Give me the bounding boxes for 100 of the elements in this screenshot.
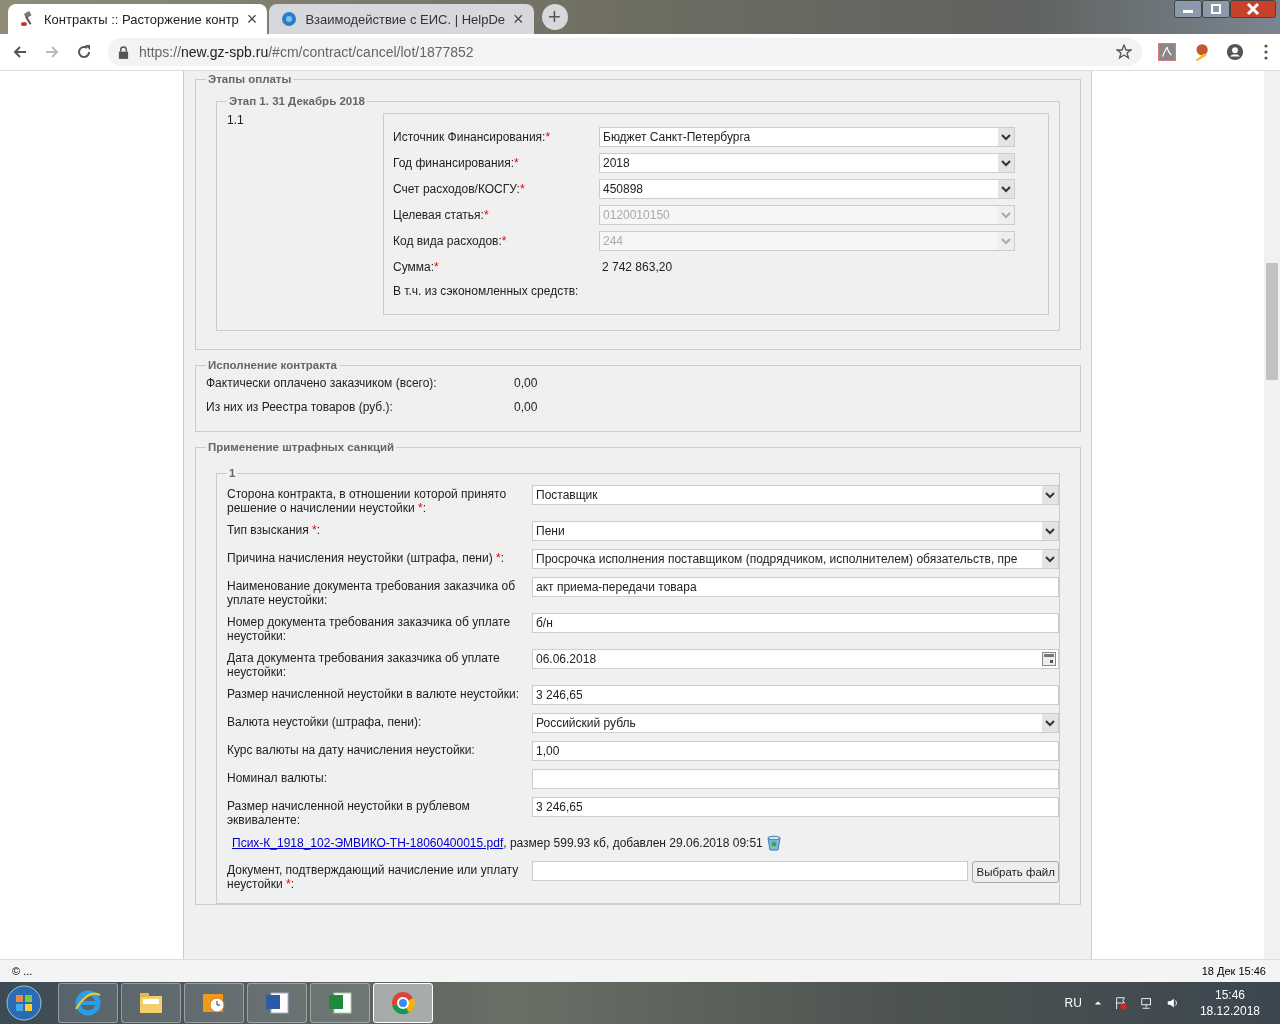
account-icon[interactable]: [1226, 43, 1244, 61]
chevron-down-icon: [1042, 550, 1058, 568]
e-logo-icon: [74, 989, 102, 1017]
url-text: https://new.gz-spb.ru/#cm/contract/cancel/lot/1877852: [139, 44, 475, 60]
input-field[interactable]: 1,00: [532, 741, 1059, 761]
field-label: Из них из Реестра товаров (руб.):: [206, 400, 394, 414]
scrollbar[interactable]: [1264, 71, 1280, 959]
field-label: Фактически оплачено заказчиком (всего):: [206, 376, 438, 390]
start-button[interactable]: [4, 983, 44, 1023]
caret-up-icon[interactable]: [1093, 999, 1102, 1007]
section-title: Применение штрафных санкций: [207, 441, 396, 453]
field-label: Счет расходов/КОСГУ:*: [393, 182, 526, 196]
field-label: Тип взыскания *:: [227, 522, 322, 539]
calendar-icon[interactable]: [1042, 652, 1056, 666]
chevron-down-icon: [998, 180, 1014, 198]
dropdown[interactable]: Поставщик: [532, 485, 1059, 505]
status-text: © ...: [12, 965, 33, 977]
field-label: Размер начисленной неустойки в валюте неустойки:: [227, 686, 521, 703]
spreadsheet-icon: [326, 989, 354, 1017]
new-tab-button[interactable]: +: [541, 4, 568, 30]
browser-tab[interactable]: Взаимодействие с ЕИС. | HelpDe ×: [269, 4, 534, 34]
penalty-number: 1: [228, 467, 237, 479]
tab-title: Контракты :: Расторжение контр: [44, 11, 239, 27]
chevron-down-icon: [1042, 714, 1058, 732]
field-value: 0,00: [513, 400, 538, 414]
restore-icon[interactable]: [1202, 0, 1230, 18]
browser-tab[interactable]: Контракты :: Расторжение контр ×: [8, 4, 268, 34]
menu-icon[interactable]: [1264, 44, 1268, 60]
dropdown[interactable]: Просрочка исполнения поставщиком (подрядчиком, исполнителем) обязательств, пре: [532, 549, 1059, 569]
date-field[interactable]: 06.06.2018: [532, 649, 1059, 669]
dropdown[interactable]: 450898: [599, 179, 1015, 199]
field-label: Целевая статья:*: [393, 208, 490, 222]
field-label: Номер документа требования заказчика об уплате неустойки:: [227, 614, 512, 643]
field-label: Номинал валюты:: [227, 770, 329, 787]
taskbar-button[interactable]: [247, 983, 307, 1023]
reload-icon[interactable]: [76, 44, 92, 60]
section-title: Этапы оплаты: [207, 73, 293, 85]
section-title: Исполнение контракта: [207, 359, 338, 371]
input-field[interactable]: [532, 769, 1059, 789]
status-time: 18 Дек 15:46: [1201, 965, 1266, 977]
chevron-down-icon: [998, 154, 1014, 172]
chrome-logo-icon: [389, 989, 417, 1017]
speaker-icon[interactable]: [1165, 996, 1180, 1010]
field-label: Документ, подтверждающий начисление или уплату неустойки *:: [227, 862, 520, 891]
chevron-down-icon: [1042, 486, 1058, 504]
pdf-extension-icon[interactable]: [1158, 43, 1176, 61]
field-label: Сторона контракта, в отношении которой принято решение о начислении неустойки *:: [227, 486, 508, 515]
attachment-info: Псих-К_1918_102-ЭМВИКО-ТН-18060400015.pdf, размер 599.93 кб, добавлен 29.06.2018 09:51: [232, 836, 763, 850]
field-label: Курс валюты на дату начисления неустойки:: [227, 742, 476, 759]
dropdown[interactable]: Пени: [532, 521, 1059, 541]
minimize-icon[interactable]: [1174, 0, 1202, 18]
field-label: Сумма:*: [393, 260, 440, 274]
recycle-bin-icon[interactable]: [766, 835, 781, 851]
field-label: Год финансирования:*: [393, 156, 520, 170]
field-label: В т.ч. из сэкономленных средств:: [393, 284, 580, 298]
help-globe-icon: [281, 11, 298, 27]
clock[interactable]: 15:46 18.12.2018: [1199, 987, 1260, 1019]
chevron-down-icon: [998, 232, 1014, 250]
address-bar[interactable]: https://new.gz-spb.ru/#cm/contract/cancel/lot/1877852: [108, 38, 1142, 66]
taskbar-button[interactable]: [373, 983, 433, 1023]
field-value: 2 742 863,20: [601, 260, 673, 274]
field-label: Источник Финансирования:*: [393, 130, 552, 144]
input-field[interactable]: б/н: [532, 613, 1059, 633]
network-icon[interactable]: [1139, 996, 1154, 1010]
chevron-down-icon: [998, 128, 1014, 146]
dropdown[interactable]: Бюджет Санкт-Петербурга: [599, 127, 1015, 147]
dropdown[interactable]: Российский рубль: [532, 713, 1059, 733]
taskbar-button[interactable]: [121, 983, 181, 1023]
field-label: Код вида расходов:*: [393, 234, 508, 248]
field-label: Дата документа требования заказчика об уплате неустойки:: [227, 650, 501, 679]
input-field[interactable]: акт приема-передачи товара: [532, 577, 1059, 597]
field-label: Валюта неустойки (штрафа, пени):: [227, 714, 423, 731]
input-field[interactable]: 3 246,65: [532, 685, 1059, 705]
star-icon[interactable]: [1116, 44, 1132, 60]
tab-title: Взаимодействие с ЕИС. | HelpDe: [305, 11, 505, 27]
taskbar-button[interactable]: [184, 983, 244, 1023]
field-value: 0,00: [513, 376, 538, 390]
close-tab-button[interactable]: ×: [246, 10, 258, 28]
chevron-down-icon: [998, 206, 1014, 224]
file-path-field[interactable]: [532, 861, 969, 881]
language-indicator[interactable]: RU: [1064, 996, 1082, 1010]
document-icon: [263, 989, 291, 1017]
back-icon[interactable]: [12, 44, 28, 60]
stage-number: 1.1: [227, 113, 245, 129]
file-link[interactable]: Псих-К_1918_102-ЭМВИКО-ТН-18060400015.pdf: [232, 836, 504, 850]
field-label: Наименование документа требования заказчика об уплате неустойки:: [227, 578, 517, 607]
close-icon[interactable]: [1230, 0, 1276, 18]
dropdown[interactable]: 2018: [599, 153, 1015, 173]
taskbar-button[interactable]: [58, 983, 118, 1023]
field-label: Размер начисленной неустойки в рублевом эквиваленте:: [227, 798, 471, 827]
close-tab-button[interactable]: ×: [513, 10, 524, 28]
flag-icon[interactable]: [1113, 996, 1128, 1010]
taskbar-button[interactable]: [310, 983, 370, 1023]
choose-file-button[interactable]: Выбрать файл: [972, 861, 1059, 883]
field-label: Причина начисления неустойки (штрафа, пени) *:: [227, 550, 505, 567]
stage-title: Этап 1. 31 Декабрь 2018: [228, 95, 366, 107]
lock-icon: [118, 45, 129, 59]
chevron-down-icon: [1042, 522, 1058, 540]
input-field[interactable]: 3 246,65: [532, 797, 1059, 817]
scrollbar-thumb[interactable]: [1266, 263, 1278, 380]
